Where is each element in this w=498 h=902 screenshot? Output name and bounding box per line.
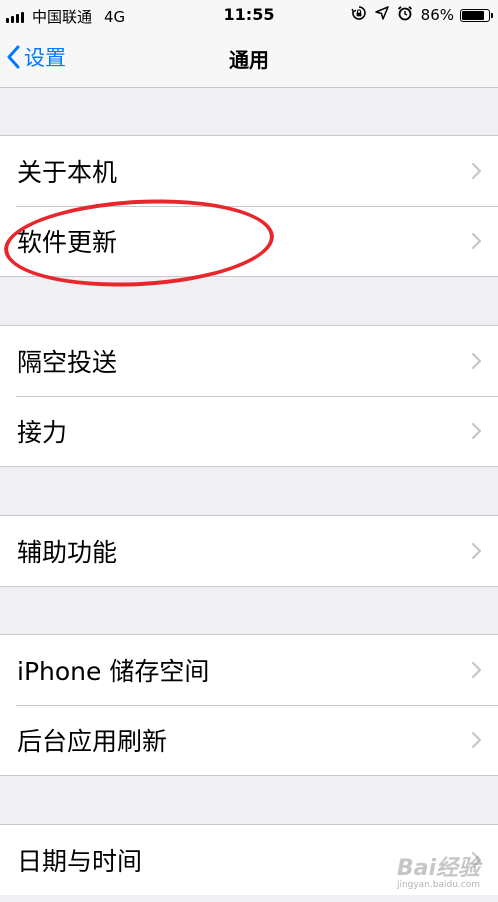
location-icon <box>374 6 389 24</box>
list-item-label: 接力 <box>17 418 68 447</box>
watermark-url: jingyan.baidu.com <box>396 880 480 890</box>
navigation-bar: 设置 通用 <box>0 30 498 88</box>
settings-group-storage: iPhone 储存空间 后台应用刷新 <box>0 634 498 776</box>
battery-tip <box>491 12 493 18</box>
alarm-icon <box>397 5 413 25</box>
chevron-right-icon <box>471 422 482 440</box>
list-item-label: 隔空投送 <box>17 348 118 377</box>
watermark: Bai经验 jingyan.baidu.com <box>397 850 480 890</box>
settings-group-accessibility: 辅助功能 <box>0 515 498 587</box>
list-item-label: iPhone 储存空间 <box>17 657 210 686</box>
battery-fill <box>462 10 484 20</box>
chevron-right-icon <box>471 162 482 180</box>
settings-group-airdrop: 隔空投送 接力 <box>0 325 498 467</box>
chevron-right-icon <box>471 661 482 679</box>
battery-percent: 86% <box>420 6 454 24</box>
list-item-label: 辅助功能 <box>17 538 118 567</box>
chevron-right-icon <box>471 352 482 370</box>
chevron-right-icon <box>471 232 482 250</box>
list-item-label: 关于本机 <box>17 158 118 187</box>
status-right: 86% <box>351 5 493 25</box>
watermark-logo: Bai经验 <box>396 856 480 881</box>
list-item-iphone-storage[interactable]: iPhone 储存空间 <box>0 635 498 705</box>
chevron-right-icon <box>471 731 482 749</box>
list-item-label: 后台应用刷新 <box>17 727 168 756</box>
list-item-handoff[interactable]: 接力 <box>0 396 498 466</box>
status-bar: 中国联通 4G 11:55 86% <box>0 0 498 30</box>
list-item-airdrop[interactable]: 隔空投送 <box>0 326 498 396</box>
list-item-about[interactable]: 关于本机 <box>0 136 498 206</box>
battery-icon <box>460 8 493 22</box>
list-item-accessibility[interactable]: 辅助功能 <box>0 516 498 586</box>
lock-rotation-icon <box>351 5 367 25</box>
chevron-right-icon <box>471 542 482 560</box>
list-item-background-refresh[interactable]: 后台应用刷新 <box>0 705 498 775</box>
page-title: 通用 <box>229 48 269 72</box>
